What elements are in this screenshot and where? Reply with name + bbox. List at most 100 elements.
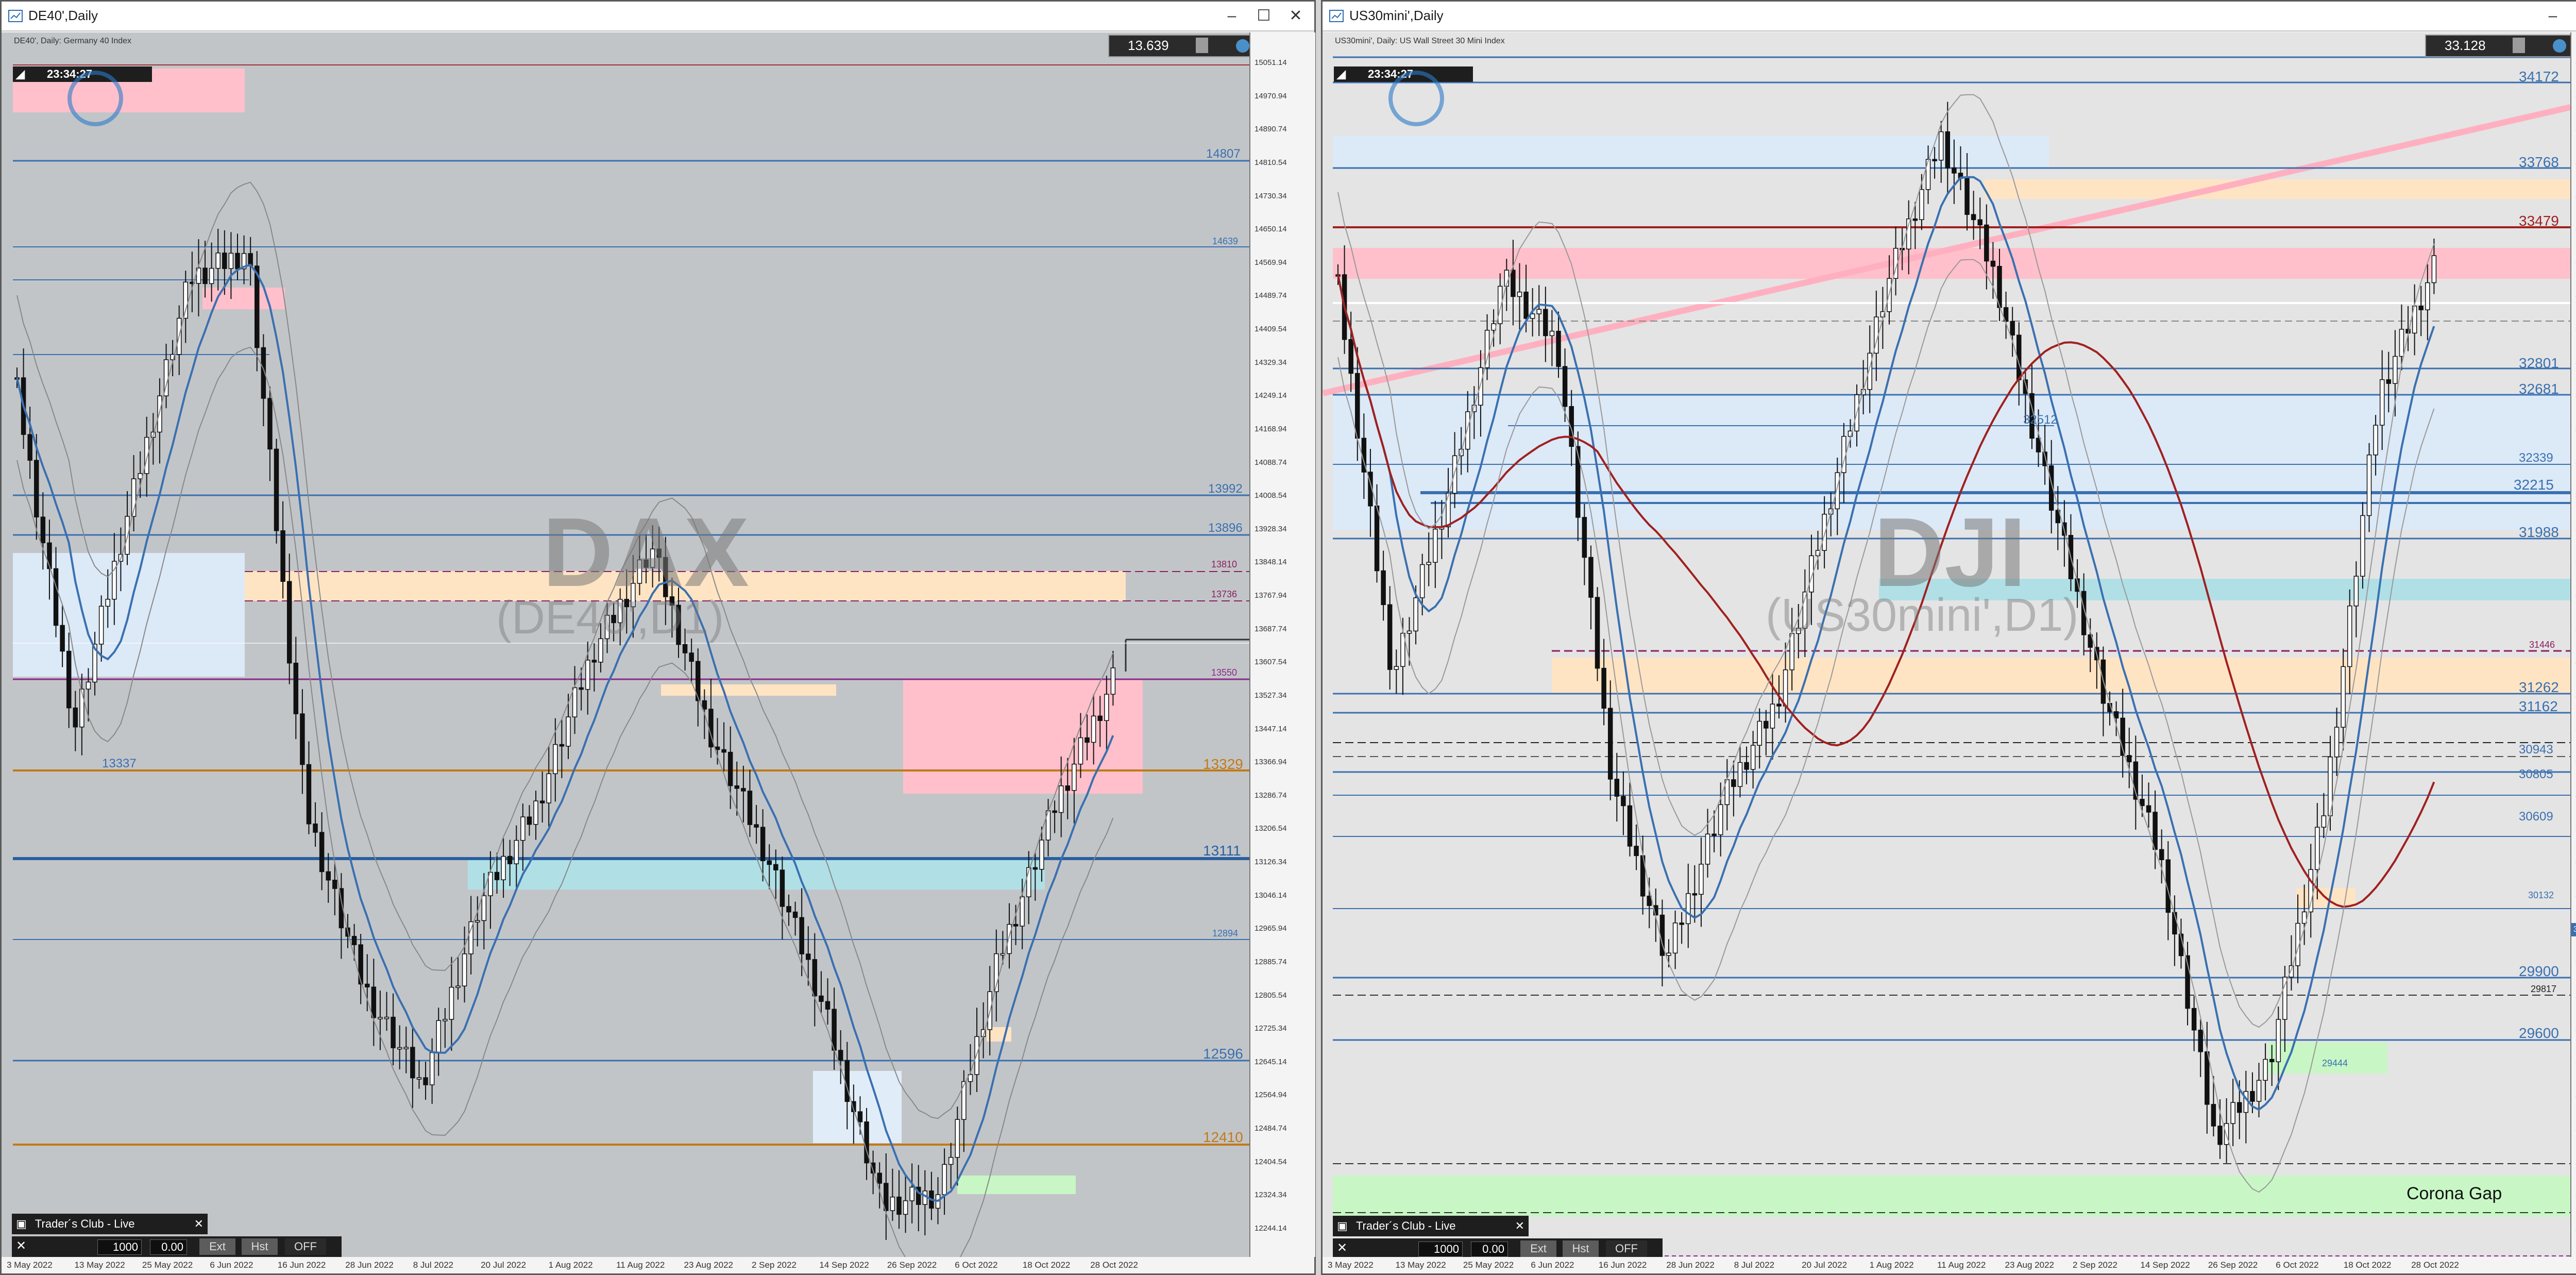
hst-button[interactable]: Hst [242, 1238, 278, 1255]
toolbox-step-icon[interactable] [1196, 38, 1208, 53]
candle-body [436, 1020, 441, 1053]
price-input[interactable]: 0.00 [1471, 1242, 1508, 1257]
toolbox-value: 13.639 [1128, 38, 1169, 53]
candle-body [2308, 869, 2313, 913]
candle-body [1091, 715, 1096, 743]
trade-panel-cancel-icon[interactable]: ✕ [16, 1238, 26, 1253]
ext-button[interactable]: Ext [1520, 1240, 1556, 1257]
time-axis-label: 6 Oct 2022 [2276, 1260, 2319, 1270]
candle-body [1822, 513, 1827, 551]
window-titlebar[interactable]: US30mini',Daily – ☐ ✕ [1323, 2, 2576, 31]
toolbox-value: 33.128 [2445, 38, 2486, 53]
price-axis[interactable]: 34273.3134115.9033958.4933801.0833643.67… [2570, 32, 2576, 1257]
candle-body [514, 840, 519, 864]
time-axis[interactable]: 3 May 2022 13 May 2022 25 May 2022 6 Jun 20… [2, 1257, 1314, 1273]
off-button[interactable]: OFF [285, 1238, 326, 1255]
chart-canvas[interactable] [1323, 32, 2570, 1260]
candle-body [2276, 1019, 2281, 1063]
candle-body [365, 983, 370, 987]
candle-body [1757, 720, 1762, 746]
candle-body [579, 687, 584, 690]
trade-panel-close-icon[interactable]: ✕ [194, 1214, 204, 1234]
price-chart-area[interactable]: DAX (DE40',D1) DE40', Daily: Germany 40 … [2, 32, 1249, 1260]
chart-info-text: US30mini', Daily: US Wall Street 30 Mini… [1335, 37, 1505, 45]
quantity-input[interactable]: 1000 [97, 1239, 142, 1255]
trade-panel[interactable]: ▣ Trader´s Club - Live ✕ ✕ 1000 0.00 Ext… [12, 1214, 342, 1259]
maximize-button[interactable]: ☐ [2569, 5, 2576, 27]
time-axis-label: 26 Sep 2022 [2208, 1260, 2258, 1270]
candle-body [2393, 356, 2398, 384]
candle-body [559, 744, 565, 747]
close-button[interactable]: ✕ [1280, 5, 1311, 27]
candle-body [183, 281, 189, 319]
time-axis-label: 23 Aug 2022 [2005, 1260, 2054, 1270]
candle-body [384, 1016, 389, 1019]
candle-body [1952, 167, 1957, 174]
candle-body [2347, 606, 2352, 667]
trade-panel-cancel-icon[interactable]: ✕ [1337, 1240, 1347, 1255]
candle-body [2399, 329, 2404, 357]
time-axis-label: 14 Sep 2022 [2140, 1260, 2190, 1270]
candle-body [2321, 815, 2327, 828]
off-button[interactable]: OFF [1606, 1240, 1647, 1257]
hst-button[interactable]: Hst [1563, 1240, 1599, 1257]
level-label: 14807 [1206, 147, 1241, 161]
candle-body [767, 860, 772, 865]
candle-body [1406, 630, 1412, 634]
candle-body [1562, 366, 1568, 407]
chart-canvas[interactable] [2, 32, 1249, 1260]
price-axis-label: 14249.14 [1255, 391, 1287, 400]
maximize-button[interactable]: ☐ [1248, 5, 1279, 27]
trade-panel-header[interactable]: ▣ Trader´s Club - Live ✕ [12, 1214, 208, 1234]
chart-toolbox[interactable]: 13.639 [1108, 35, 1265, 57]
candle-body [40, 516, 46, 544]
minimize-button[interactable]: – [1216, 5, 1247, 27]
bollinger-lower [16, 346, 1114, 1260]
candle-body [1110, 667, 1116, 695]
candle-body [2373, 425, 2378, 456]
time-axis[interactable]: 3 May 2022 13 May 2022 25 May 2022 6 Jun 20… [1323, 1257, 2576, 1273]
minimize-button[interactable]: – [2537, 5, 2568, 27]
level-label: 32512 [2023, 413, 2058, 427]
ext-button[interactable]: Ext [199, 1238, 235, 1255]
trade-panel-close-icon[interactable]: ✕ [1515, 1216, 1524, 1236]
trade-panel-header[interactable]: ▣ Trader´s Club - Live ✕ [1333, 1216, 1529, 1236]
candle-body [1394, 666, 1399, 670]
candle-body [948, 1157, 954, 1165]
trade-panel-icon: ▣ [1337, 1219, 1348, 1232]
candle-body [1426, 562, 1431, 565]
candle-body [1984, 224, 1989, 262]
trade-panel[interactable]: ▣ Trader´s Club - Live ✕ ✕ 1000 0.00 Ext… [1333, 1216, 1663, 1261]
candle-body [566, 716, 571, 747]
level-label: 12894 [1212, 928, 1239, 938]
candle-body [2127, 755, 2132, 763]
candle-body [2205, 1051, 2210, 1105]
chart-window-de40[interactable]: DE40',Daily – ☐ ✕ DAX (DE40',D1) DE40', … [0, 0, 1316, 1275]
toolbox-step-icon[interactable] [2513, 38, 2525, 53]
candle-body [689, 652, 694, 662]
candle-body [2243, 1091, 2249, 1113]
corona-gap-zone [1333, 1176, 2570, 1217]
price-axis-label: 14088.74 [1255, 458, 1287, 467]
candle-body [2256, 1080, 2262, 1102]
chart-window-icon [1329, 10, 1344, 22]
candle-body [942, 1164, 947, 1195]
chart-window-us30[interactable]: US30mini',Daily – ☐ ✕ [1321, 0, 2576, 1275]
price-axis-label: 13126.34 [1255, 858, 1287, 867]
toolbox-globe-icon[interactable] [1236, 39, 1249, 53]
candle-body [1446, 493, 1451, 528]
candle-body [1718, 804, 1723, 835]
price-axis[interactable]: 15051.14 14970.94 14890.74 14810.54 14730.34… [1249, 32, 1315, 1257]
price-chart-area[interactable]: DJI (US30mini',D1) US30mini', Daily: US … [1323, 32, 2570, 1260]
symbol-watermark-subtitle: (US30mini',D1) [1766, 590, 2079, 641]
window-titlebar[interactable]: DE40',Daily – ☐ ✕ [2, 2, 1314, 31]
toolbox-globe-icon[interactable] [2553, 39, 2566, 53]
time-axis-label: 20 Jul 2022 [481, 1260, 527, 1270]
chart-toolbox[interactable]: 33.128 [2425, 35, 2576, 57]
candle-body [27, 434, 32, 461]
candle-body [2191, 1008, 2197, 1031]
price-axis-label: 14810.54 [1255, 158, 1287, 167]
price-input[interactable]: 0.00 [150, 1239, 187, 1255]
candle-body [2282, 977, 2287, 1020]
quantity-input[interactable]: 1000 [1418, 1242, 1463, 1257]
